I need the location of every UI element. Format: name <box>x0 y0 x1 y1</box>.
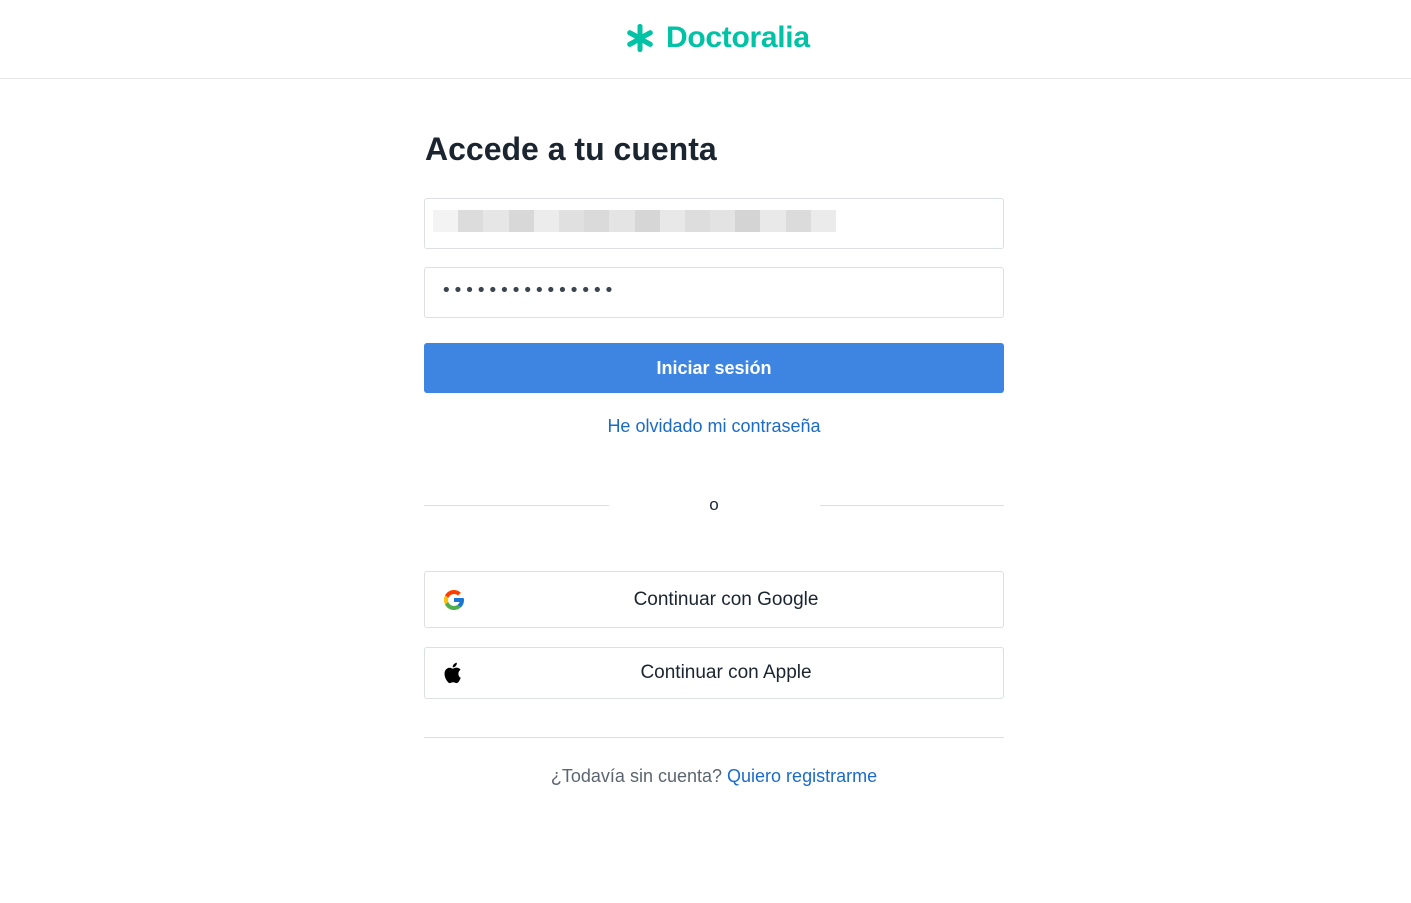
divider-line-right <box>820 505 1004 506</box>
or-divider: o <box>424 493 1004 517</box>
login-button[interactable]: Iniciar sesión <box>424 343 1004 393</box>
password-value: ••••••••••••••• <box>441 280 616 301</box>
page-title: Accede a tu cuenta <box>425 131 717 167</box>
logo-text: Doctoralia <box>666 21 810 54</box>
footer-separator <box>424 737 1004 738</box>
top-bar: Doctoralia <box>0 0 1411 79</box>
continue-with-apple-button[interactable]: Continuar con Apple <box>424 647 1004 699</box>
google-button-label: Continuar con Google <box>633 588 819 610</box>
password-field[interactable]: ••••••••••••••• <box>424 267 1004 318</box>
forgot-password-link[interactable]: He olvidado mi contraseña <box>424 416 1004 437</box>
signup-prompt-text: ¿Todavía sin cuenta? <box>550 766 723 786</box>
signup-prompt: ¿Todavía sin cuenta? Quiero registrarme <box>424 766 1004 787</box>
continue-with-google-button[interactable]: Continuar con Google <box>424 571 1004 628</box>
doctoralia-logo[interactable]: Doctoralia <box>622 18 810 58</box>
register-link[interactable]: Quiero registrarme <box>727 766 877 786</box>
redacted-email-value <box>433 210 836 232</box>
email-field[interactable] <box>424 198 1004 249</box>
doctoralia-star-icon <box>627 24 653 52</box>
apple-button-label: Continuar con Apple <box>640 662 812 683</box>
